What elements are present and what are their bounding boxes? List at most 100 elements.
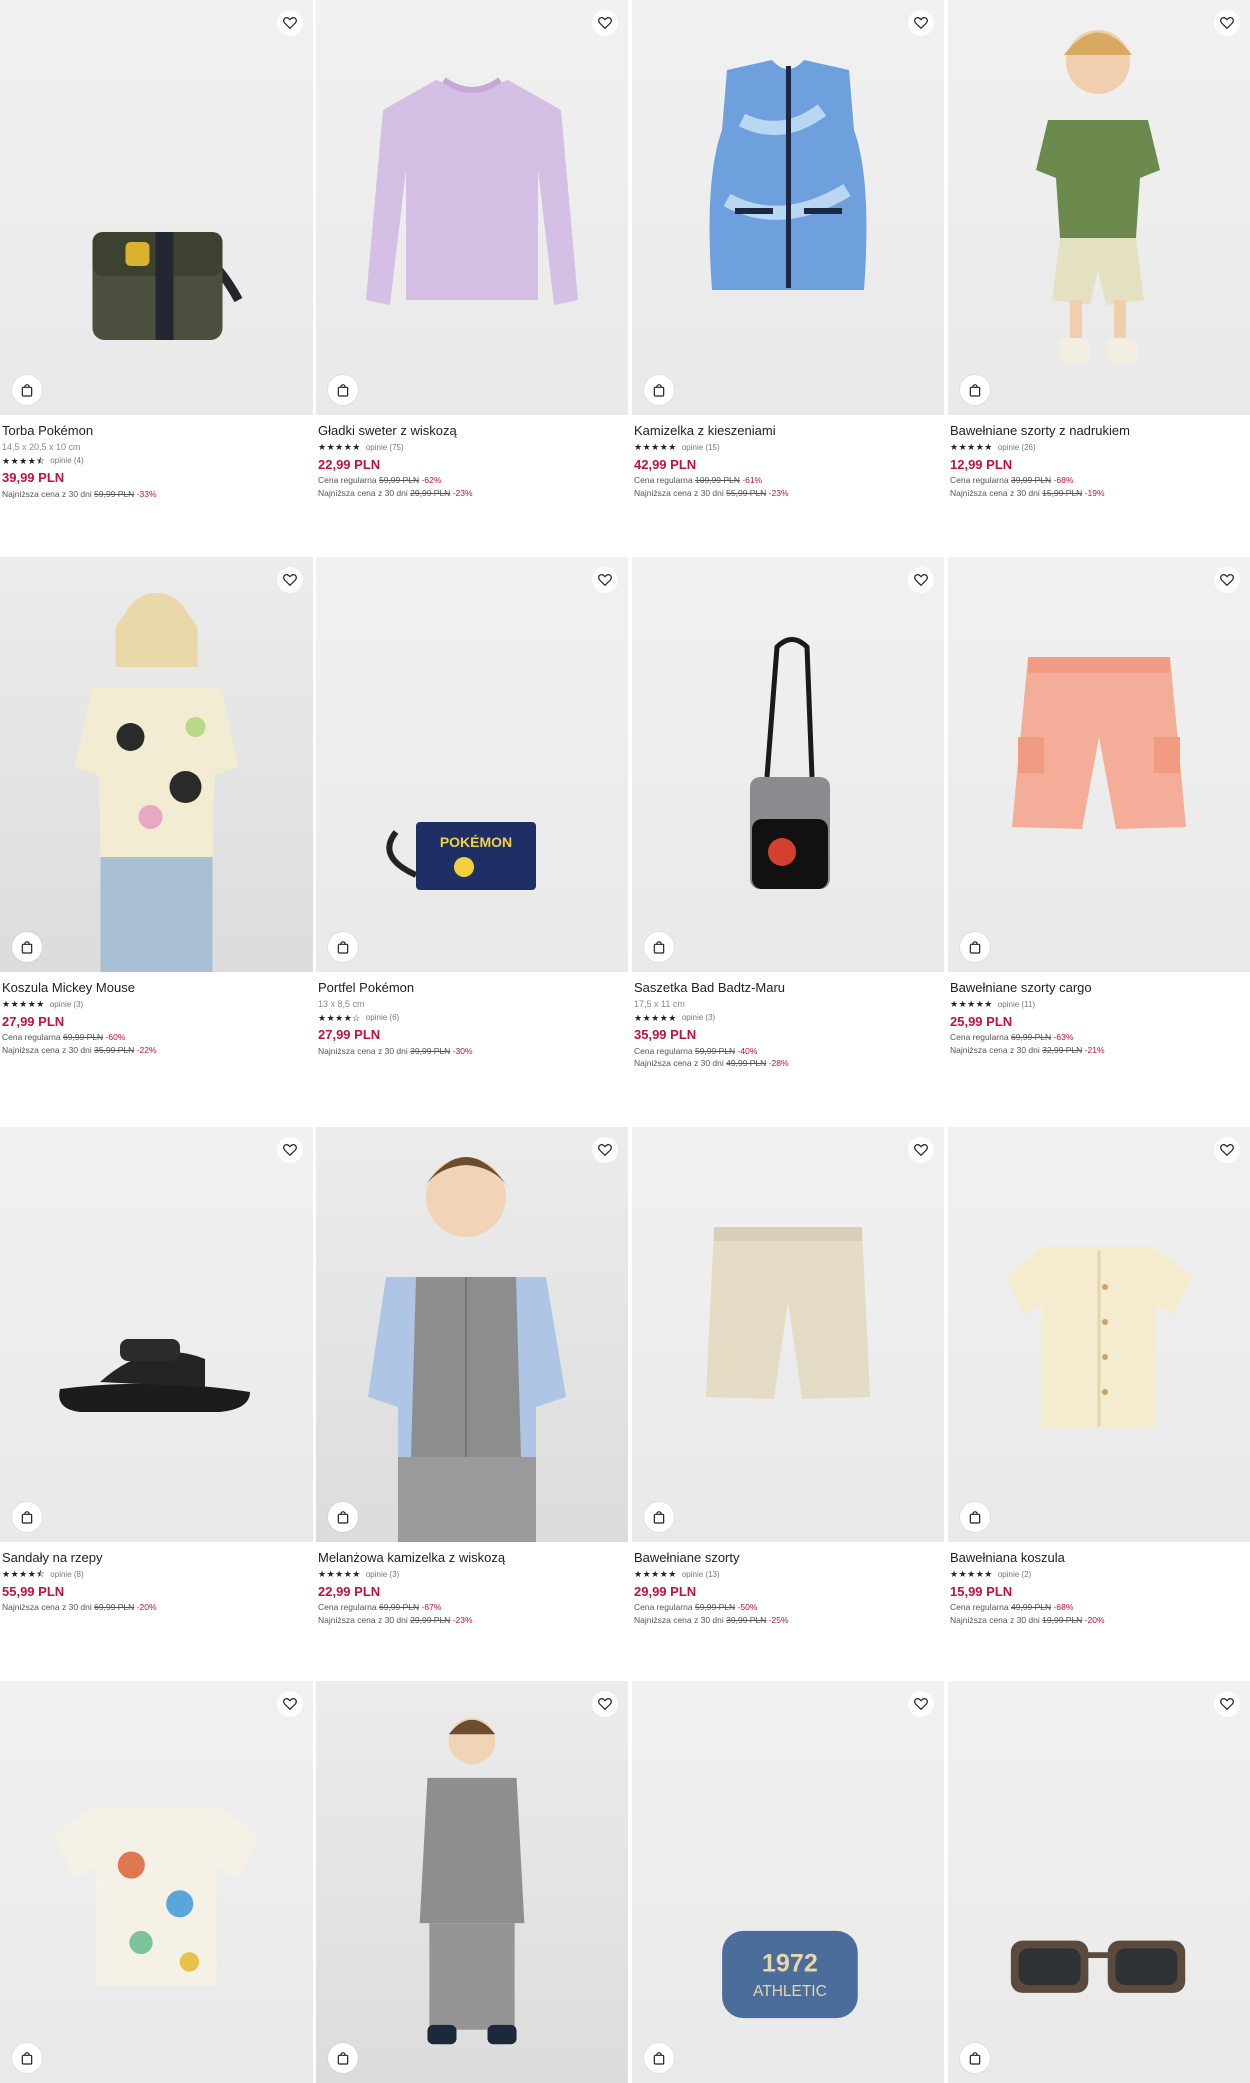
review-count[interactable]: opinie (8): [50, 1570, 83, 1580]
regular-discount: -50%: [737, 1602, 758, 1613]
review-count[interactable]: opinie (3): [366, 1570, 399, 1580]
product-illustration: [53, 1806, 260, 1987]
regular-price-label: Cena regularna: [318, 475, 377, 486]
review-count[interactable]: opinie (13): [682, 1570, 720, 1580]
product-image[interactable]: [948, 557, 1250, 972]
heart-icon[interactable]: [908, 567, 934, 593]
heart-icon[interactable]: [908, 1691, 934, 1717]
review-count[interactable]: opinie (3): [50, 1000, 83, 1010]
product-info: Bawełniana koszula ★★★★★ opinie (2) 15,9…: [950, 1550, 1248, 1627]
product-image[interactable]: [0, 557, 313, 972]
product-image[interactable]: [948, 0, 1250, 415]
heart-icon[interactable]: [277, 10, 303, 36]
heart-icon[interactable]: [277, 1137, 303, 1163]
product-info: Gładki sweter z wiskozą ★★★★★ opinie (75…: [318, 423, 626, 500]
shopping-bag-icon[interactable]: [328, 932, 358, 962]
svg-text:ATHLETIC: ATHLETIC: [753, 1983, 827, 2000]
product-name[interactable]: Sandały na rzepy: [2, 1550, 311, 1567]
product-dimensions: 13 x 8,5 cm: [318, 998, 365, 1009]
regular-price-line: Cena regularna 69,99 PLN -67%: [318, 1602, 626, 1613]
regular-price-label: Cena regularna: [950, 1032, 1009, 1043]
product-name[interactable]: Kamizelka z kieszeniami: [634, 423, 942, 440]
shopping-bag-icon[interactable]: [960, 932, 990, 962]
shopping-bag-icon[interactable]: [328, 2043, 358, 2073]
shopping-bag-icon[interactable]: [12, 2043, 42, 2073]
product-info: Koszula Mickey Mouse ★★★★★ opinie (3) 27…: [2, 980, 311, 1057]
shopping-bag-icon[interactable]: [960, 2043, 990, 2073]
current-price: 15,99 PLN: [950, 1583, 1013, 1599]
product-image[interactable]: [316, 1127, 628, 1542]
heart-icon[interactable]: [277, 1691, 303, 1717]
review-count[interactable]: opinie (3): [682, 1013, 715, 1023]
product-image[interactable]: [0, 1127, 313, 1542]
product-image[interactable]: [632, 0, 944, 415]
product-name[interactable]: Koszula Mickey Mouse: [2, 980, 311, 997]
product-name[interactable]: Saszetka Bad Badtz-Maru: [634, 980, 942, 997]
review-count[interactable]: opinie (15): [682, 443, 720, 453]
shopping-bag-icon[interactable]: [644, 2043, 674, 2073]
heart-icon[interactable]: [1214, 1137, 1240, 1163]
shopping-bag-icon[interactable]: [12, 375, 42, 405]
shopping-bag-icon[interactable]: [328, 375, 358, 405]
review-count[interactable]: opinie (2): [998, 1570, 1031, 1580]
review-count[interactable]: opinie (26): [998, 443, 1036, 453]
shopping-bag-icon[interactable]: [12, 1502, 42, 1532]
product-image[interactable]: [948, 1681, 1250, 2083]
shopping-bag-icon[interactable]: [960, 375, 990, 405]
regular-price: 59,99 PLN: [378, 475, 420, 486]
review-count[interactable]: opinie (75): [366, 443, 404, 453]
product-image[interactable]: [948, 1127, 1250, 1542]
product-illustration: [750, 637, 830, 889]
lowest-price: 32,99 PLN: [1042, 1044, 1083, 1055]
product-name[interactable]: Torba Pokémon: [2, 423, 311, 440]
heart-icon[interactable]: [592, 10, 618, 36]
heart-icon[interactable]: [908, 1137, 934, 1163]
product-image[interactable]: [632, 557, 944, 972]
current-price: 22,99 PLN: [318, 456, 381, 472]
product-name[interactable]: Melanżowa kamizelka z wiskozą: [318, 1550, 626, 1567]
product-image[interactable]: 1972 ATHLETIC: [632, 1681, 944, 2083]
lowest-price-label: Najniższa cena z 30 dni: [2, 1044, 92, 1055]
product-name[interactable]: Bawełniana koszula: [950, 1550, 1248, 1567]
shopping-bag-icon[interactable]: [644, 375, 674, 405]
product-name[interactable]: Gładki sweter z wiskozą: [318, 423, 626, 440]
current-price: 25,99 PLN: [950, 1013, 1013, 1029]
heart-icon[interactable]: [592, 1691, 618, 1717]
review-count[interactable]: opinie (11): [998, 1000, 1035, 1010]
product-image[interactable]: [316, 0, 628, 415]
product-image[interactable]: [316, 1681, 628, 2083]
review-count[interactable]: opinie (6): [366, 1013, 399, 1023]
product-name[interactable]: Bawełniane szorty z nadrukiem: [950, 423, 1248, 440]
product-illustration: 1972 ATHLETIC: [722, 1930, 858, 2019]
product-image[interactable]: POKÉMON: [316, 557, 628, 972]
shopping-bag-icon[interactable]: [644, 1502, 674, 1532]
product-name[interactable]: Portfel Pokémon: [318, 980, 626, 997]
regular-discount: -40%: [737, 1046, 758, 1057]
regular-price-label: Cena regularna: [950, 475, 1009, 486]
lowest-price: 69,99 PLN: [94, 1602, 135, 1613]
regular-price: 49,99 PLN: [1010, 1602, 1052, 1613]
regular-discount: -60%: [105, 1032, 126, 1043]
heart-icon[interactable]: [592, 567, 618, 593]
review-count[interactable]: opinie (4): [50, 456, 83, 466]
shopping-bag-icon[interactable]: [644, 932, 674, 962]
shopping-bag-icon[interactable]: [12, 932, 42, 962]
heart-icon[interactable]: [1214, 1691, 1240, 1717]
product-image[interactable]: [632, 1127, 944, 1542]
rating-stars: ★★★★★: [634, 441, 677, 452]
heart-icon[interactable]: [592, 1137, 618, 1163]
heart-icon[interactable]: [277, 567, 303, 593]
heart-icon[interactable]: [1214, 10, 1240, 36]
product-image[interactable]: [0, 1681, 313, 2083]
rating-stars: ★★★★★: [318, 1568, 361, 1579]
product-name[interactable]: Bawełniane szorty: [634, 1550, 942, 1567]
heart-icon[interactable]: [908, 10, 934, 36]
regular-price-line: Cena regularna 59,99 PLN -62%: [318, 475, 626, 486]
shopping-bag-icon[interactable]: [328, 1502, 358, 1532]
heart-icon[interactable]: [1214, 567, 1240, 593]
product-name[interactable]: Bawełniane szorty cargo: [950, 980, 1248, 997]
product-illustration: [92, 232, 243, 340]
product-rating: ★★★★★ opinie (2): [950, 1569, 1248, 1581]
shopping-bag-icon[interactable]: [960, 1502, 990, 1532]
product-image[interactable]: [0, 0, 313, 415]
